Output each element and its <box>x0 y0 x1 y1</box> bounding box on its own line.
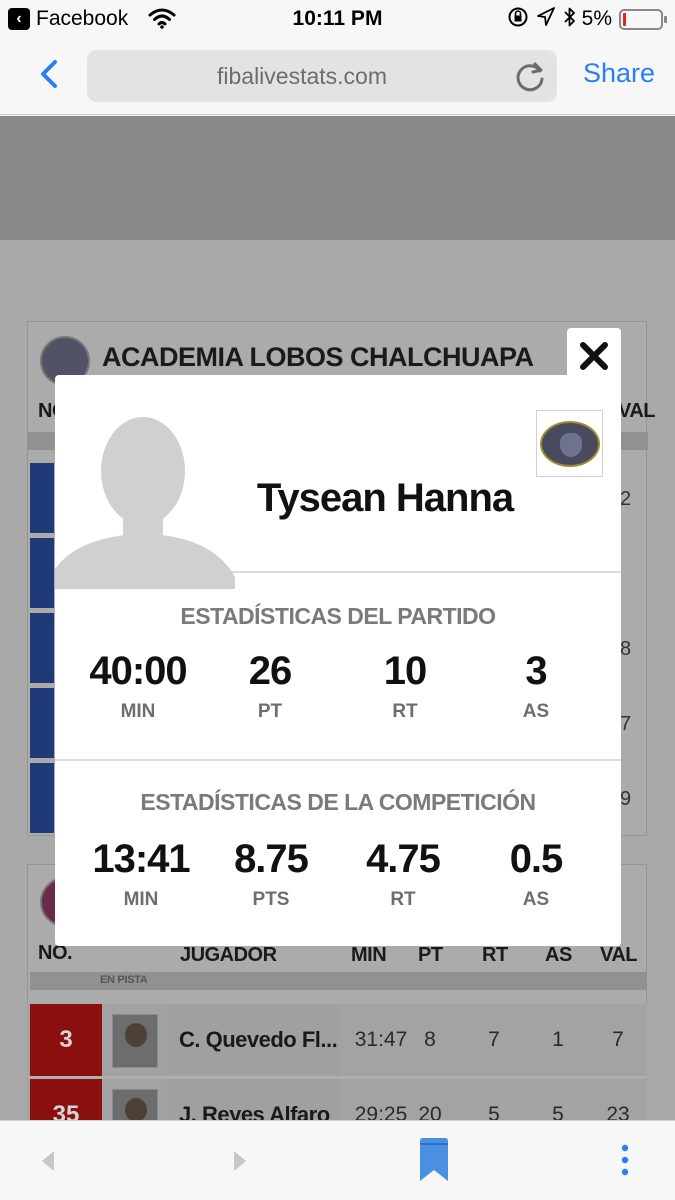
orientation-lock-icon <box>508 7 528 27</box>
address-bar[interactable]: fibalivestats.com <box>87 50 557 102</box>
table-row[interactable]: 35 J. Reyes Alfaro 29:25 20 5 5 23 <box>27 1079 647 1120</box>
stat-as: 3 AS <box>476 649 596 723</box>
team-badge <box>536 410 603 477</box>
competition-stats-title: ESTADÍSTICAS DE LA COMPETICIÓN <box>140 789 536 815</box>
player-number: 35 <box>30 1079 102 1120</box>
stat-value: 40:00 <box>89 649 187 693</box>
team1-col-val: VAL <box>618 400 656 422</box>
browser-bottom-toolbar <box>0 1120 675 1200</box>
cell-as: 1 <box>552 1028 564 1051</box>
stat-label: PTS <box>252 889 290 910</box>
team1-name: ACADEMIA LOBOS CHALCHUAPA <box>102 342 534 372</box>
team2-col-pt: PT <box>418 944 443 966</box>
stat-label: AS <box>522 889 550 910</box>
stat-label: RT <box>392 701 418 722</box>
team2-col-rt: RT <box>482 944 508 966</box>
page-banner <box>0 116 675 240</box>
stat-label: RT <box>390 889 416 910</box>
stat-value: 3 <box>525 649 547 693</box>
team-logo <box>539 420 600 467</box>
location-icon <box>537 7 555 26</box>
stat-pts: 8.75 PTS <box>211 837 331 911</box>
game-stats-title: ESTADÍSTICAS DEL PARTIDO <box>180 603 496 629</box>
team2-col-val: VAL <box>600 944 638 966</box>
cell-rt: 5 <box>488 1103 500 1120</box>
chevron-left-icon[interactable] <box>34 54 64 94</box>
player-name-heading: Tysean Hanna <box>256 476 514 520</box>
table-row[interactable]: 3 C. Quevedo Fl... 31:47 8 7 1 7 <box>27 1004 647 1078</box>
status-bar: ‹ Facebook 10:11 PM 5% <box>0 0 675 40</box>
team1-row-val: 7 <box>620 713 632 735</box>
back-arrow-icon[interactable] <box>36 1141 60 1181</box>
battery-level <box>623 13 626 26</box>
cell-val: 7 <box>612 1028 624 1051</box>
team2-col-player: JUGADOR <box>180 944 277 966</box>
bluetooth-icon <box>564 7 575 27</box>
game-stats-section: ESTADÍSTICAS DEL PARTIDO 40:00 MIN 26 PT… <box>55 575 621 760</box>
browser-toolbar: fibalivestats.com Share <box>0 40 675 115</box>
competition-stats-section: ESTADÍSTICAS DE LA COMPETICIÓN 13:41 MIN… <box>55 761 621 946</box>
team1-row-number <box>30 538 54 608</box>
cell-pt: 8 <box>424 1028 436 1051</box>
player-stats-modal: Tysean Hanna ESTADÍSTICAS DEL PARTIDO 40… <box>55 375 621 946</box>
more-vertical-icon[interactable] <box>618 1143 632 1179</box>
team2-col-min: MIN <box>351 944 387 966</box>
cell-val: 23 <box>606 1103 630 1120</box>
team2-col-as: AS <box>545 944 572 966</box>
stat-min: 13:41 MIN <box>81 837 201 911</box>
team1-row-val: 8 <box>620 638 632 660</box>
stat-label: AS <box>522 701 550 722</box>
team1-row-number <box>30 763 54 833</box>
stat-rt: 4.75 RT <box>343 837 463 911</box>
player-name[interactable]: C. Quevedo Fl... <box>167 1004 339 1076</box>
team1-row-number <box>30 613 54 683</box>
stat-min: 40:00 MIN <box>78 649 198 723</box>
battery-icon <box>619 9 667 30</box>
team1-row-number <box>30 463 54 533</box>
stat-as: 0.5 AS <box>476 837 596 911</box>
stat-label: MIN <box>123 889 159 910</box>
url-text: fibalivestats.com <box>216 63 387 89</box>
bookmark-icon[interactable] <box>418 1137 450 1183</box>
team1-row-val: 9 <box>620 788 632 810</box>
player-avatar-placeholder <box>55 417 235 589</box>
close-icon <box>580 342 608 370</box>
team1-row-number <box>30 688 54 758</box>
stat-label: PT <box>257 701 283 722</box>
forward-arrow-icon[interactable] <box>228 1141 252 1181</box>
share-button[interactable]: Share <box>583 58 655 89</box>
stat-value: 8.75 <box>234 837 309 881</box>
stat-value: 10 <box>383 649 428 693</box>
stat-value: 4.75 <box>366 837 441 881</box>
player-photo <box>112 1014 158 1068</box>
player-name[interactable]: J. Reyes Alfaro <box>167 1079 339 1120</box>
en-pista-label: EN PISTA <box>100 974 148 986</box>
player-number: 3 <box>30 1004 102 1076</box>
cell-as: 5 <box>552 1103 564 1120</box>
stat-label: MIN <box>120 701 156 722</box>
battery-percent: 5% <box>581 7 612 30</box>
player-header: Tysean Hanna <box>55 393 621 589</box>
reload-icon[interactable] <box>511 58 549 96</box>
cell-rt: 7 <box>488 1028 500 1051</box>
team1-row-val: 2 <box>620 488 632 510</box>
stat-value: 26 <box>248 649 293 693</box>
stat-rt: 10 RT <box>345 649 465 723</box>
stat-pt: 26 PT <box>210 649 330 723</box>
cell-pt: 20 <box>418 1103 442 1120</box>
stat-value: 13:41 <box>92 837 190 881</box>
stat-value: 0.5 <box>509 837 564 881</box>
player-photo <box>112 1089 158 1120</box>
